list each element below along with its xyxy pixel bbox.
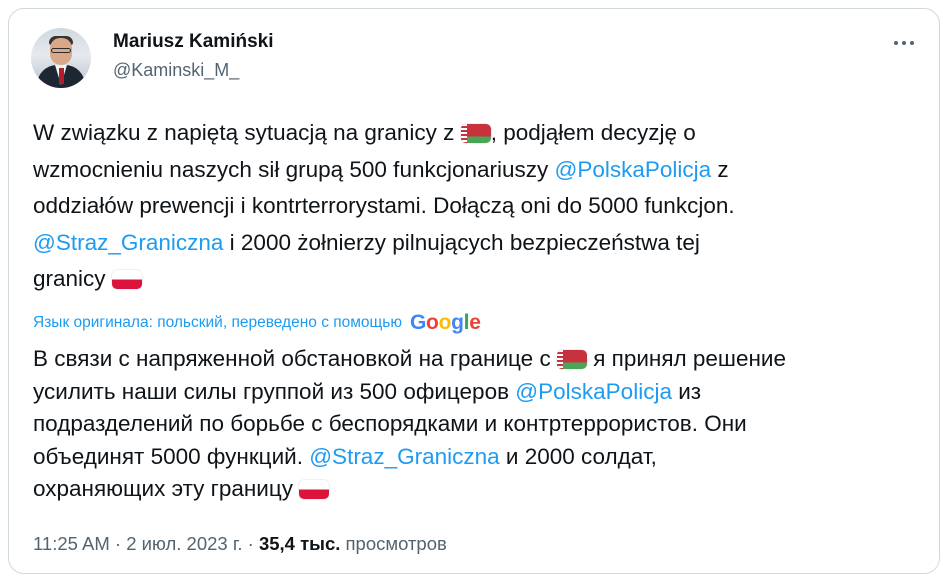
mention-link[interactable]: @PolskaPolicja <box>515 379 672 404</box>
translated-line: подразделений по борьбе с беспорядками и… <box>33 411 747 436</box>
flag-poland-icon <box>299 480 330 499</box>
author-name[interactable]: Mariusz Kamiński <box>113 31 274 53</box>
flag-belarus-icon <box>556 350 587 369</box>
author-handle[interactable]: @Kaminski_M_ <box>113 60 239 81</box>
translated-text: В связи с напряженной обстановкой на гра… <box>33 343 913 506</box>
avatar[interactable] <box>31 28 91 88</box>
views-count[interactable]: 35,4 тыс. <box>259 533 340 554</box>
translated-line: В связи с напряженной обстановкой на гра… <box>33 346 786 371</box>
tweet-meta: 11:25 AM · 2 июл. 2023 г. · 35,4 тыс. пр… <box>33 533 447 554</box>
translation-note[interactable]: Язык оригинала: польский, переведено с п… <box>33 311 481 335</box>
translated-line: усилить наши силы группой из 500 офицеро… <box>33 378 702 404</box>
tweet-line: wzmocnieniu naszych sił grupą 500 funkcj… <box>33 156 729 182</box>
mention-link[interactable]: @Straz_Graniczna <box>33 230 223 255</box>
mention-link[interactable]: @PolskaPolicja <box>555 157 712 182</box>
tweet-line: granicy <box>33 261 913 298</box>
tweet-line: oddziałów prewencji i kontrterrorystami.… <box>33 193 735 218</box>
tweet-text: W związku z napiętą sytuacją na granicy … <box>33 115 913 298</box>
google-logo: Google <box>410 311 481 334</box>
more-horizontal-icon[interactable] <box>890 37 918 49</box>
tweet-line: @Straz_Graniczna i 2000 żołnierzy pilnuj… <box>33 229 700 255</box>
translation-label: Язык оригинала: польский, переведено с п… <box>33 314 402 331</box>
translated-line: объединят 5000 функций. @Straz_Graniczna… <box>33 443 657 469</box>
mention-link[interactable]: @Straz_Graniczna <box>309 444 499 469</box>
views-label: просмотров <box>340 533 447 554</box>
tweet-time[interactable]: 11:25 AM <box>33 533 110 554</box>
tweet-date[interactable]: 2 июл. 2023 г. <box>126 533 242 554</box>
tweet-line: W związku z napiętą sytuacją na granicy … <box>33 120 696 145</box>
flag-poland-icon <box>111 270 142 289</box>
flag-belarus-icon <box>460 124 491 143</box>
translated-line: охраняющих эту границу <box>33 473 913 506</box>
